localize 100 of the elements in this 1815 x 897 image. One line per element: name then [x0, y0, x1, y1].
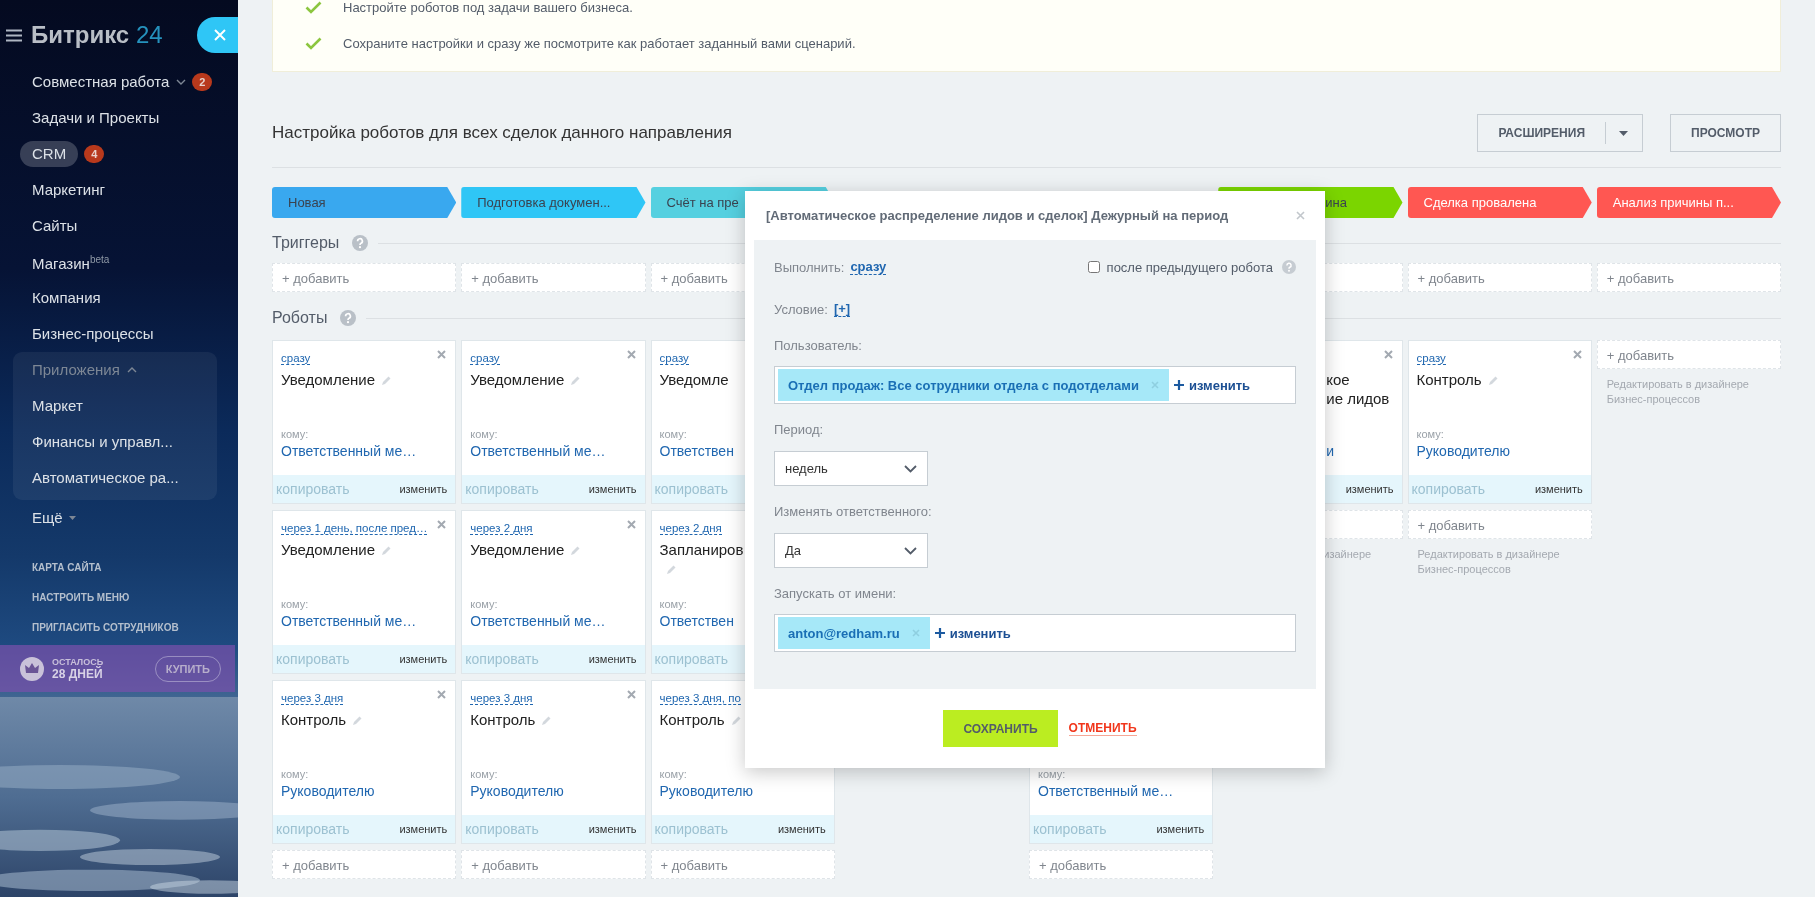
menu-item[interactable]: Бизнес-процессы [32, 321, 154, 347]
robot-card[interactable]: сразу Уведомление кому: Ответственный ме… копировать изменить [461, 340, 646, 504]
robot-card[interactable]: сразу Уведомление кому: Ответственный ме… копировать изменить [272, 340, 457, 504]
edit-link[interactable]: изменить [399, 483, 448, 495]
edit-link[interactable]: изменить [588, 483, 637, 495]
add-button[interactable]: + добавить [1596, 263, 1781, 292]
robot-card[interactable]: через 3 дня Контроль кому: Руководителю копировать изменить [272, 680, 457, 844]
recipient-link[interactable]: Ответствен [659, 443, 734, 459]
checkbox[interactable] [1087, 261, 1100, 273]
delay-link[interactable]: через 2 дня [470, 522, 533, 535]
add-button[interactable]: + добавить [272, 850, 457, 879]
save-button[interactable]: СОХРАНИТЬ [943, 710, 1058, 747]
recipient-link[interactable]: Ответственный ме… [281, 613, 417, 629]
delay-link[interactable]: сразу [659, 352, 689, 365]
help-icon[interactable] [340, 310, 357, 326]
pencil-icon[interactable] [352, 715, 364, 726]
menu-item[interactable]: Маркетинг [32, 177, 105, 203]
more-menu-item[interactable]: Ещё [32, 505, 63, 531]
select-field[interactable]: Да [774, 533, 928, 568]
close-icon[interactable] [626, 520, 636, 529]
pencil-icon[interactable] [1487, 375, 1499, 386]
menu-item[interactable]: CRM [20, 141, 79, 167]
close-icon[interactable] [437, 520, 447, 529]
add-button[interactable]: + добавить [1596, 340, 1781, 369]
robot-card[interactable]: через 3 дня Контроль кому: Руководителю копировать изменить [461, 680, 646, 844]
pencil-icon[interactable] [570, 375, 582, 386]
toolbar-button[interactable]: РАСШИРЕНИЯ [1477, 114, 1643, 152]
delay-link[interactable]: через 3 дня [281, 692, 344, 705]
close-icon[interactable] [437, 350, 447, 359]
close-button[interactable] [197, 17, 238, 53]
edit-link[interactable]: изменить [777, 823, 826, 835]
add-button[interactable]: + добавить [650, 850, 835, 879]
robot-card[interactable]: через 2 дня Уведомление кому: Ответственный ме… копировать изменить [461, 510, 646, 674]
add-button[interactable]: + добавить [1407, 263, 1592, 292]
delay-link[interactable]: через 3 дня [470, 692, 533, 705]
toolbar-button[interactable]: ПРОСМОТР [1670, 114, 1781, 152]
menu-item[interactable]: Сайты [32, 213, 78, 239]
stage-bar[interactable]: Анализ причины п... [1596, 187, 1781, 218]
pencil-icon[interactable] [665, 564, 677, 575]
menu-link[interactable]: ПРИГЛАСИТЬ СОТРУДНИКОВ [32, 613, 238, 643]
edit-link[interactable]: изменить [1345, 483, 1394, 495]
pencil-icon[interactable] [541, 715, 553, 726]
menu-link[interactable]: НАСТРОИТЬ МЕНЮ [32, 583, 238, 613]
add-button[interactable]: + добавить [461, 850, 646, 879]
recipient-link[interactable]: Руководителю [470, 783, 564, 799]
menu-icon[interactable] [6, 28, 22, 42]
recipient-link[interactable]: и [1326, 443, 1335, 459]
stage-bar[interactable]: Новая [272, 187, 457, 218]
close-icon[interactable] [1296, 211, 1305, 220]
menu-item[interactable]: Задачи и Проекты [32, 105, 160, 131]
menu-item[interactable]: Магазин$^{beta}$ [32, 247, 110, 277]
user-chip[interactable]: anton@redham.ru [778, 617, 930, 649]
recipient-link[interactable]: Руководителю [1416, 443, 1510, 459]
robot-card[interactable]: через 1 день, после пред… Уведомление кому: Ответственный ме… копировать изменить [272, 510, 457, 674]
cancel-link[interactable]: ОТМЕНИТЬ [1068, 721, 1137, 736]
delay-link[interactable]: сразу [470, 352, 500, 365]
stage-bar[interactable]: Сделка провалена [1407, 187, 1592, 218]
delay-link[interactable]: через 3 дня, по [659, 692, 741, 705]
menu-item[interactable]: Маркет [32, 393, 83, 419]
pencil-icon[interactable] [381, 375, 392, 386]
edit-link[interactable]: изменить [399, 653, 448, 665]
user-selector[interactable]: anton@redham.ru изменить [774, 614, 1296, 652]
edit-link[interactable]: изменить [588, 653, 637, 665]
menu-item[interactable]: Автоматическое ра... [32, 465, 179, 491]
run-link[interactable]: сразу [850, 259, 887, 275]
recipient-link[interactable]: Руководителю [659, 783, 753, 799]
pencil-icon[interactable] [730, 715, 742, 726]
recipient-link[interactable]: Ответственный ме… [470, 443, 606, 459]
plus-icon[interactable] [934, 628, 945, 638]
close-icon[interactable] [1383, 350, 1393, 359]
select-field[interactable]: недель [774, 451, 928, 486]
help-icon[interactable] [352, 235, 369, 251]
remove-icon[interactable] [911, 629, 920, 637]
recipient-link[interactable]: Руководителю [281, 783, 375, 799]
delay-link[interactable]: через 2 дня [659, 522, 722, 535]
add-button[interactable]: + добавить [272, 263, 457, 292]
menu-link[interactable]: КАРТА САЙТА [32, 553, 238, 583]
menu-group-header[interactable]: Приложения [32, 357, 120, 383]
delay-link[interactable]: сразу [1416, 352, 1446, 365]
stage-bar[interactable]: Подготовка докумен... [461, 187, 646, 218]
pencil-icon[interactable] [381, 545, 392, 556]
menu-item[interactable]: Компания [32, 285, 101, 311]
remove-icon[interactable] [1150, 381, 1159, 389]
close-icon[interactable] [1572, 350, 1582, 359]
edit-link[interactable]: изменить [588, 823, 637, 835]
edit-link[interactable]: изменить [1156, 823, 1205, 835]
recipient-link[interactable]: Ответственный ме… [470, 613, 606, 629]
delay-link[interactable]: через 1 день, после пред… [281, 522, 428, 535]
add-button[interactable]: + добавить [1407, 510, 1592, 539]
recipient-link[interactable]: Ответственный ме… [281, 443, 417, 459]
recipient-link[interactable]: Ответственный ме… [1038, 783, 1174, 799]
close-icon[interactable] [626, 690, 636, 699]
menu-item[interactable]: Совместная работа [32, 69, 170, 95]
close-icon[interactable] [626, 350, 636, 359]
robot-card[interactable]: сразу Контроль кому: Руководителю копировать изменить [1407, 340, 1592, 504]
close-icon[interactable] [437, 690, 447, 699]
edit-link[interactable]: изменить [399, 823, 448, 835]
condition-link[interactable]: [+] [833, 301, 851, 317]
add-button[interactable]: + добавить [461, 263, 646, 292]
pencil-icon[interactable] [570, 545, 582, 556]
